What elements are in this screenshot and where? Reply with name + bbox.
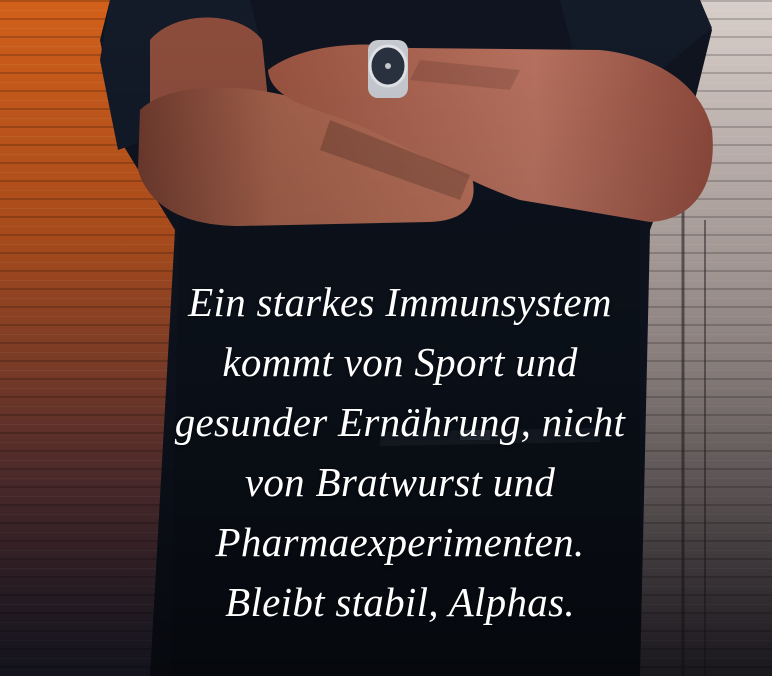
caption-text: Ein starkes Immunsystem kommt von Sport …: [100, 272, 700, 632]
caption-line: Bleibt stabil, Alphas.: [225, 579, 575, 625]
photo-post: Ein starkes Immunsystem kommt von Sport …: [0, 0, 772, 676]
caption-line: von Bratwurst und: [244, 459, 556, 505]
caption-line: Ein starkes Immunsystem: [188, 279, 612, 325]
caption-line: kommt von Sport und: [222, 339, 578, 385]
caption-line: gesunder Ernährung, nicht: [174, 399, 626, 445]
caption-line: Pharmaexperimenten.: [215, 519, 585, 565]
